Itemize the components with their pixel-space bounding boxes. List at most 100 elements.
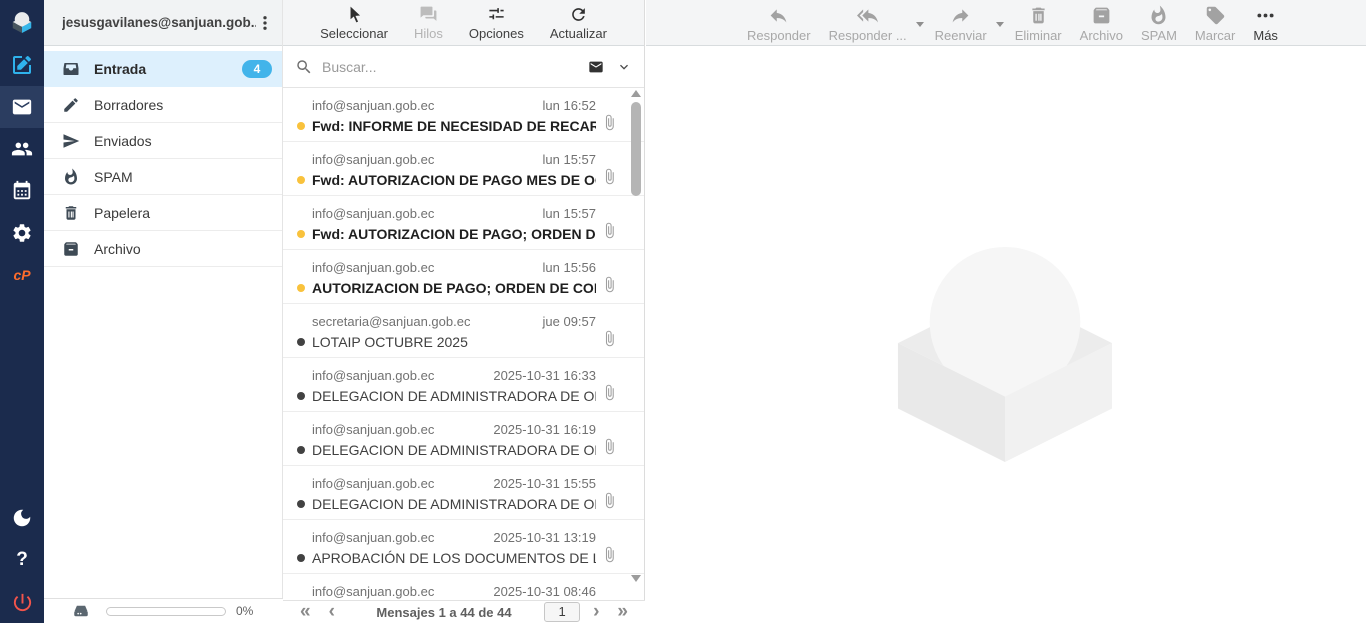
attachment-icon (601, 114, 618, 131)
page-number-input[interactable]: 1 (544, 602, 580, 622)
message-date: 2025-10-31 08:46 (493, 584, 596, 599)
content-panel: Responder Responder ... Reenviar (646, 0, 1366, 623)
tag-icon (1205, 5, 1226, 26)
logout-power-icon[interactable] (0, 581, 44, 623)
prev-page-button[interactable]: ‹ (320, 602, 344, 622)
message-list-panel: Seleccionar Hilos Opciones Actualizar (283, 0, 645, 623)
message-sender: info@sanjuan.gob.ec (312, 422, 434, 437)
message-subject: APROBACIÓN DE LOS DOCUMENTOS DE LA... (312, 550, 596, 566)
archive-button[interactable]: Archivo (1071, 0, 1132, 43)
message-row[interactable]: info@sanjuan.gob.ec2025-10-31 16:19 DELE… (283, 412, 644, 466)
message-subject: DELEGACION DE ADMINISTRADORA DE OR... (312, 496, 596, 512)
first-page-button[interactable]: « (291, 602, 320, 622)
roundcube-logo[interactable] (0, 0, 44, 44)
quota-progress (106, 607, 226, 616)
cursor-select-icon (345, 5, 364, 24)
cpanel-icon[interactable]: cP (0, 254, 44, 296)
inbox-icon (62, 60, 80, 78)
spam-button[interactable]: SPAM (1132, 0, 1186, 43)
message-date: lun 16:52 (543, 98, 597, 113)
message-row[interactable]: info@sanjuan.gob.eclun 15:56 AUTORIZACIO… (283, 250, 644, 304)
help-icon[interactable]: ? (0, 539, 44, 581)
forward-button[interactable]: Reenviar (926, 0, 996, 43)
webmail-app: cP ? jesusgavilanes@sanjuan.gob.... Entr… (0, 0, 1366, 623)
sidebar-item-entrada[interactable]: Entrada 4 (44, 51, 282, 87)
app-rail: cP ? (0, 0, 44, 623)
sidebar-item-borradores[interactable]: Borradores (44, 87, 282, 123)
attachment-icon (601, 546, 618, 563)
scrollbar-thumb[interactable] (631, 102, 641, 196)
sidebar-item-papelera[interactable]: Papelera (44, 195, 282, 231)
status-dot[interactable] (297, 230, 312, 238)
last-page-button[interactable]: » (608, 602, 637, 622)
message-subject: DELEGACION DE ADMINISTRADORA DE OR... (312, 442, 596, 458)
compose-icon[interactable] (0, 44, 44, 86)
roundcube-logo-watermark (896, 238, 1114, 464)
message-row[interactable]: info@sanjuan.gob.eclun 16:52 Fwd: INFORM… (283, 88, 644, 142)
select-button[interactable]: Seleccionar (314, 3, 394, 43)
status-dot[interactable] (297, 338, 312, 346)
folders-panel: jesusgavilanes@sanjuan.gob.... Entrada 4… (44, 0, 283, 623)
message-subject: Fwd: INFORME DE NECESIDAD DE RECARG... (312, 118, 596, 134)
reply-all-caret-icon[interactable] (916, 22, 924, 27)
reply-button[interactable]: Responder (738, 0, 820, 43)
status-dot[interactable] (297, 446, 312, 454)
message-row[interactable]: info@sanjuan.gob.eclun 15:57 Fwd: AUTORI… (283, 142, 644, 196)
message-toolbar: Responder Responder ... Reenviar (646, 0, 1366, 46)
forward-caret-icon[interactable] (996, 22, 1004, 27)
message-row[interactable]: info@sanjuan.gob.ec2025-10-31 13:19 APRO… (283, 520, 644, 574)
status-dot[interactable] (297, 554, 312, 562)
message-row[interactable]: secretaria@sanjuan.gob.ecjue 09:57 LOTAI… (283, 304, 644, 358)
list-toolbar: Seleccionar Hilos Opciones Actualizar (283, 0, 644, 46)
account-header: jesusgavilanes@sanjuan.gob.... (44, 0, 282, 46)
reply-all-button[interactable]: Responder ... (820, 0, 916, 43)
attachment-icon (601, 438, 618, 455)
unread-count-badge: 4 (242, 60, 272, 78)
scroll-down-icon[interactable] (631, 575, 641, 582)
forward-icon (950, 5, 971, 26)
list-scrollbar[interactable] (630, 90, 642, 596)
contacts-icon[interactable] (0, 128, 44, 170)
envelope-icon[interactable] (586, 59, 606, 75)
status-dot[interactable] (297, 392, 312, 400)
search-icon (295, 58, 313, 76)
reply-icon (768, 5, 789, 26)
send-icon (62, 132, 80, 150)
threads-button[interactable]: Hilos (408, 3, 449, 43)
mail-icon[interactable] (0, 86, 44, 128)
refresh-button[interactable]: Actualizar (544, 3, 613, 43)
search-input[interactable] (320, 58, 586, 76)
message-subject: DELEGACION DE ADMINISTRADORA DE OR... (312, 388, 596, 404)
message-row[interactable]: info@sanjuan.gob.eclun 15:57 Fwd: AUTORI… (283, 196, 644, 250)
message-sender: info@sanjuan.gob.ec (312, 476, 434, 491)
kebab-menu-icon[interactable] (256, 14, 274, 32)
message-sender: info@sanjuan.gob.ec (312, 152, 434, 167)
quota-percent: 0% (236, 604, 253, 618)
delete-button[interactable]: Eliminar (1006, 0, 1071, 43)
chevron-down-icon[interactable] (616, 59, 632, 75)
sidebar-item-spam[interactable]: SPAM (44, 159, 282, 195)
message-row[interactable]: info@sanjuan.gob.ec2025-10-31 15:55 DELE… (283, 466, 644, 520)
reply-all-icon (857, 5, 878, 26)
archive-icon (62, 240, 80, 258)
message-row[interactable]: info@sanjuan.gob.ec2025-10-31 08:46 (283, 574, 644, 600)
quota-bar: 0% (44, 598, 283, 623)
mark-button[interactable]: Marcar (1186, 0, 1244, 43)
status-dot[interactable] (297, 284, 312, 292)
settings-icon[interactable] (0, 212, 44, 254)
next-page-button[interactable]: › (584, 602, 608, 622)
sidebar-item-enviados[interactable]: Enviados (44, 123, 282, 159)
message-row[interactable]: info@sanjuan.gob.ec2025-10-31 16:33 DELE… (283, 358, 644, 412)
status-dot[interactable] (297, 176, 312, 184)
options-button[interactable]: Opciones (463, 3, 530, 43)
dark-mode-moon-icon[interactable] (0, 497, 44, 539)
more-button[interactable]: Más (1244, 0, 1287, 43)
calendar-icon[interactable] (0, 170, 44, 212)
status-dot[interactable] (297, 500, 312, 508)
scroll-up-icon[interactable] (631, 90, 641, 97)
status-dot[interactable] (297, 122, 312, 130)
message-sender: secretaria@sanjuan.gob.ec (312, 314, 470, 329)
sidebar-item-archivo[interactable]: Archivo (44, 231, 282, 267)
message-sender: info@sanjuan.gob.ec (312, 530, 434, 545)
attachment-icon (601, 168, 618, 185)
